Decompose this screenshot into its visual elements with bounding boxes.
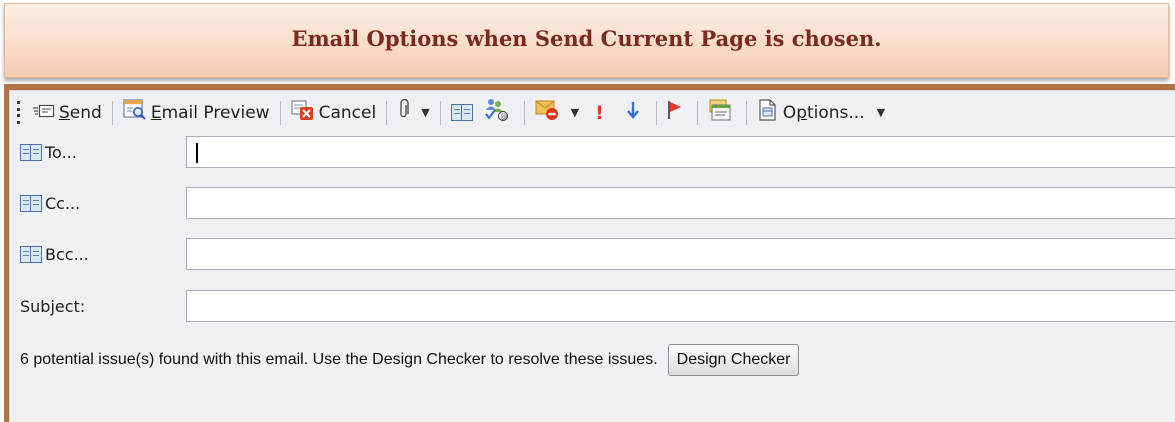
subject-label: Subject: [20,297,86,316]
bcc-button[interactable]: Bcc... [20,245,89,264]
design-checker-message: 6 potential issue(s) found with this ema… [20,351,658,368]
follow-up-flag-button[interactable] [663,98,691,128]
to-button[interactable]: To... [20,143,77,162]
check-names-icon: @ [484,98,510,127]
options-label: Options... [782,102,865,123]
options-icon [757,98,779,127]
high-importance-icon: ! [595,101,604,124]
toolbar-separator [523,100,525,125]
restricted-envelope-icon [535,99,561,126]
email-preview-label: Email Preview [150,102,270,123]
to-field[interactable] [186,136,1175,168]
message-pane: Send Email Preview Cancel ▼ @ ▼ ! Option… [9,90,1175,422]
banner-title: Email Options when Send Current Page is … [291,26,882,51]
toolbar-separator [111,100,113,125]
address-book-button[interactable] [447,98,480,128]
chevron-down-icon[interactable]: ▼ [877,106,885,119]
message-toolbar: Send Email Preview Cancel ▼ @ ▼ ! Option… [10,91,1175,134]
email-preview-icon [123,99,147,126]
toolbar-separator [386,100,388,125]
flag-icon [667,99,683,126]
toolbar-separator [439,100,441,125]
send-icon [33,103,55,123]
send-button[interactable]: Send [29,98,106,128]
send-label: Send [59,102,102,123]
address-book-icon [20,195,42,212]
to-label: To... [45,143,77,162]
bcc-row: Bcc... [10,233,1175,273]
toolbar-separator [696,100,698,125]
cc-label: Cc... [45,194,81,213]
attach-file-button[interactable]: ▼ [393,98,433,128]
toolbar-grip-handle[interactable] [13,100,23,126]
toolbar-separator [745,100,747,125]
stationery-icon [708,98,732,127]
toolbar-separator [279,100,281,125]
cc-button[interactable]: Cc... [20,194,80,213]
low-importance-button[interactable] [616,98,650,128]
permission-button[interactable]: ▼ [531,98,583,128]
cc-field[interactable] [186,187,1175,219]
low-importance-arrow-icon [626,100,640,125]
text-cursor [196,143,198,163]
subject-row: Subject: [10,285,1175,325]
options-button[interactable]: Options... ▼ [753,98,889,128]
address-book-icon [20,144,42,161]
stationery-button[interactable] [704,98,740,128]
toolbar-separator [655,100,657,125]
bcc-field[interactable] [186,238,1175,270]
email-preview-button[interactable]: Email Preview [119,98,274,128]
subject-field[interactable] [186,290,1175,322]
cancel-label: Cancel [318,102,377,123]
address-book-icon [20,246,42,263]
cancel-button[interactable]: Cancel [287,98,381,128]
high-importance-button[interactable]: ! [583,98,616,128]
design-checker-button[interactable]: Design Checker [667,344,800,376]
message-window: Send Email Preview Cancel ▼ @ ▼ ! Option… [4,84,1175,422]
cc-row: Cc... [10,182,1175,222]
address-book-icon [450,104,473,121]
chevron-down-icon[interactable]: ▼ [571,106,579,119]
cancel-icon [290,99,315,126]
design-checker-bar: 6 potential issue(s) found with this ema… [10,340,1175,380]
check-names-button[interactable]: @ [480,98,518,128]
paperclip-icon [397,98,411,126]
chevron-down-icon[interactable]: ▼ [421,106,429,119]
bcc-label: Bcc... [45,245,89,264]
svg-text:@: @ [500,113,507,121]
to-row: To... [10,131,1175,171]
title-banner: Email Options when Send Current Page is … [4,3,1169,78]
